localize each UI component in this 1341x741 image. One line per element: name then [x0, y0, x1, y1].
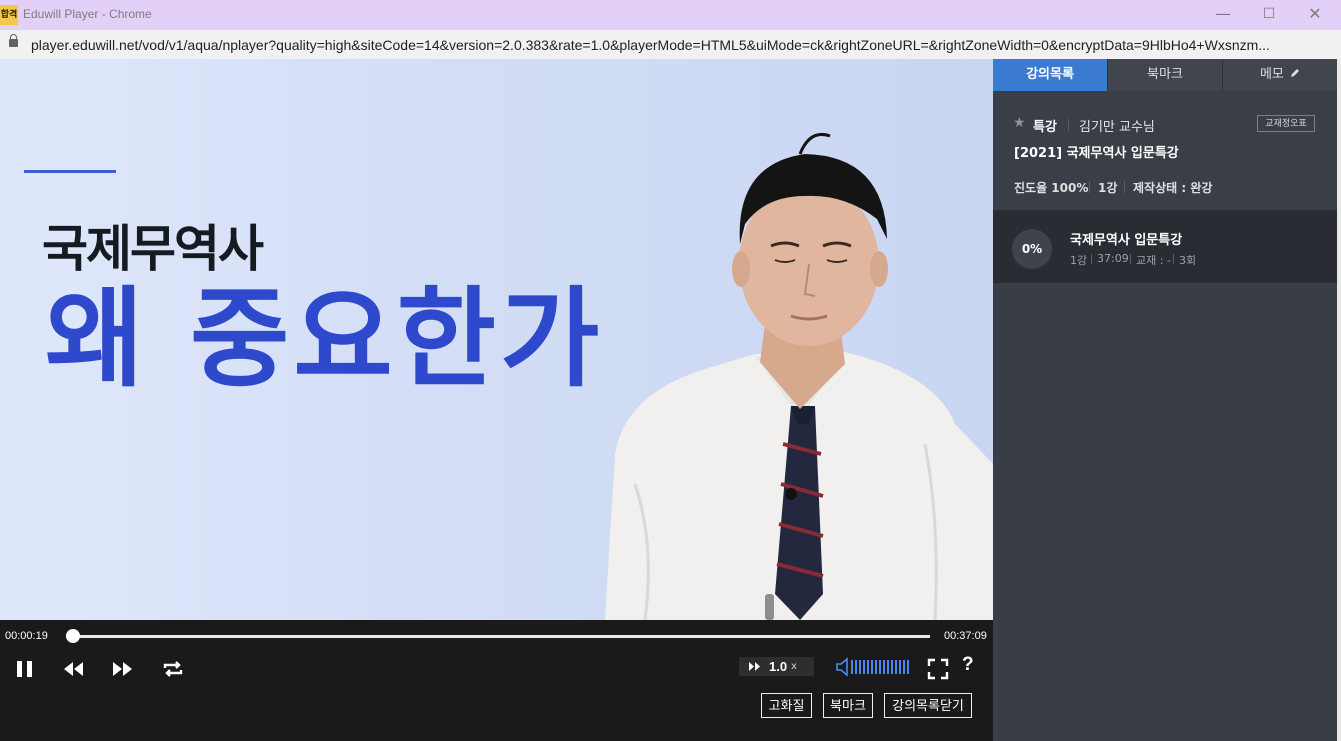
course-title: [2021] 국제무역사 입문특강	[1014, 146, 1179, 161]
rewind-icon[interactable]	[61, 656, 87, 682]
fullscreen-icon[interactable]	[925, 656, 951, 682]
lock-icon	[9, 34, 18, 47]
divider	[1130, 254, 1131, 264]
slide-accent-line	[24, 170, 116, 173]
address-bar[interactable]: player.eduwill.net/vod/v1/aqua/nplayer?q…	[0, 30, 1341, 60]
divider	[1124, 181, 1125, 193]
seek-bar[interactable]	[66, 635, 930, 638]
slide-title: 왜 중요한가	[45, 277, 604, 402]
lecturer-figure	[605, 133, 993, 620]
divider	[1089, 181, 1090, 193]
help-button[interactable]: ?	[962, 654, 974, 676]
close-lecture-list-button[interactable]: 강의목록닫기	[884, 693, 972, 718]
sidebar-tabs: 강의목록 북마크 메모	[993, 59, 1337, 91]
slide-subtitle: 국제무역사	[42, 220, 264, 278]
lecture-progress-badge: 0%	[1012, 229, 1052, 269]
total-time: 00:37:09	[944, 630, 987, 642]
player-controls: 00:00:19 00:37:09 1.0 x ? 고화질 북마크 강의목록닫기	[0, 620, 993, 741]
course-professor: 김기만 교수님	[1079, 120, 1155, 135]
pencil-icon	[1291, 69, 1300, 77]
lecture-number: 1강	[1070, 254, 1088, 267]
course-lecture-count: 1강	[1098, 181, 1118, 195]
pause-icon[interactable]	[12, 656, 38, 682]
volume-icon	[836, 657, 848, 677]
fast-forward-icon[interactable]	[109, 656, 135, 682]
window-edge	[1337, 59, 1341, 741]
lecture-sidebar: 강의목록 북마크 메모 ★ 특강 김기만 교수님 교재정오표 [2021] 국제…	[993, 59, 1341, 741]
lecture-textbook: 교재 : -	[1136, 254, 1171, 267]
window-title: Eduwill Player - Chrome	[23, 7, 152, 21]
video-frame[interactable]: 국제무역사 왜 중요한가	[0, 59, 993, 620]
lecture-list-item[interactable]: 0% 국제무역사 입문특강 1강 37:09 교재 : - 3회	[993, 211, 1337, 283]
tab-memo-label: 메모	[1259, 67, 1284, 82]
lecture-title: 국제무역사 입문특강	[1070, 233, 1183, 248]
close-button[interactable]: ✕	[1292, 0, 1338, 30]
tab-lecture-list[interactable]: 강의목록	[993, 59, 1108, 91]
speed-suffix: x	[791, 661, 797, 672]
course-progress: 진도율 100%	[1014, 181, 1089, 195]
errata-button[interactable]: 교재정오표	[1257, 115, 1315, 132]
minimize-button[interactable]: —	[1200, 0, 1246, 30]
speed-icon	[749, 662, 760, 671]
lecture-views: 3회	[1179, 254, 1197, 267]
divider	[1173, 254, 1174, 264]
tab-memo[interactable]: 메모	[1223, 59, 1337, 91]
divider	[1068, 119, 1069, 131]
bookmark-button[interactable]: 북마크	[823, 693, 873, 718]
quality-button[interactable]: 고화질	[761, 693, 812, 718]
window-titlebar: 합격 Eduwill Player - Chrome — ☐ ✕	[0, 0, 1341, 30]
divider	[1091, 254, 1092, 264]
lecture-duration: 37:09	[1097, 252, 1129, 265]
current-time: 00:00:19	[5, 630, 48, 642]
course-status: 제작상태 : 완강	[1133, 181, 1213, 195]
course-info: ★ 특강 김기만 교수님 교재정오표 [2021] 국제무역사 입문특강 진도율…	[993, 91, 1337, 211]
maximize-button[interactable]: ☐	[1246, 0, 1292, 30]
course-category: 특강	[1033, 120, 1057, 135]
speed-value: 1.0	[769, 659, 788, 674]
seek-handle[interactable]	[66, 629, 81, 643]
app-logo-icon: 합격	[0, 5, 18, 25]
tab-bookmark[interactable]: 북마크	[1108, 59, 1223, 91]
star-icon[interactable]: ★	[1013, 115, 1026, 131]
url-text[interactable]: player.eduwill.net/vod/v1/aqua/nplayer?q…	[31, 37, 1331, 53]
volume-control[interactable]	[836, 657, 911, 677]
repeat-icon[interactable]	[160, 656, 186, 682]
playback-speed-control[interactable]: 1.0 x	[739, 657, 814, 676]
